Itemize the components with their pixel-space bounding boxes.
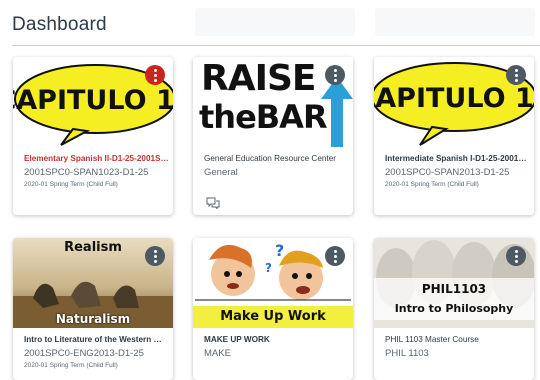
hero-text-naturalism: Naturalism — [55, 312, 131, 326]
course-options-button[interactable] — [145, 65, 165, 85]
course-term: 2020-01 Spring Term (Child Full) — [24, 181, 118, 188]
hero-caption-text: CAPITULO 10 — [13, 85, 173, 116]
hero-text-raise: RAISE — [201, 58, 316, 99]
course-options-button[interactable] — [506, 65, 526, 85]
course-code: General — [204, 167, 238, 178]
course-code: MAKE — [204, 348, 231, 359]
svg-text:?: ? — [275, 241, 284, 260]
page-title: Dashboard — [12, 14, 107, 35]
header-divider — [12, 45, 540, 46]
course-title[interactable]: Intro to Literature of the Western World — [24, 335, 169, 344]
hero-caption-bar: Make Up Work — [193, 306, 353, 328]
dashboard-header: Dashboard — [0, 0, 540, 48]
course-code: 2001SPC0-ENG2013-D1-25 — [24, 348, 144, 359]
course-title[interactable]: PHIL 1103 Master Course — [385, 335, 530, 344]
course-term: 2020-01 Spring Term (Child Full) — [24, 362, 118, 369]
header-toolbar-faded — [195, 8, 355, 36]
course-card-spanish-intermediate[interactable]: CAPITULO 15 Intermediate Spanish I-D1-25… — [374, 57, 534, 215]
course-code: 2001SPC0-SPAN2013-D1-25 — [385, 167, 510, 178]
course-code: 2001SPC0-SPAN1023-D1-25 — [24, 167, 149, 178]
course-term: 2020-01 Spring Term (Child Full) — [385, 181, 479, 188]
course-card-spanish-ii[interactable]: CAPITULO 10 Elementary Spanish II-D1-25-… — [13, 57, 173, 215]
up-arrow-icon — [321, 77, 353, 147]
course-options-button[interactable] — [325, 246, 345, 266]
course-code: PHIL 1103 — [385, 348, 429, 359]
course-card-general-ed[interactable]: RAISE theBAR General Education Resource … — [193, 57, 353, 215]
course-options-button[interactable] — [145, 246, 165, 266]
course-title[interactable]: Intermediate Spanish I-D1-25-2001SPC0-SP… — [385, 154, 530, 163]
svg-text:?: ? — [265, 261, 272, 275]
hero-caption-text: CAPITULO 15 — [374, 83, 534, 114]
course-title[interactable]: Elementary Spanish II-D1-25-2001SPC0-SPA… — [24, 154, 169, 163]
course-title[interactable]: MAKE UP WORK — [204, 335, 349, 344]
course-card-philosophy[interactable]: PHIL1103 Intro to Philosophy PHIL 1103 M… — [374, 238, 534, 380]
course-options-button[interactable] — [325, 65, 345, 85]
course-options-button[interactable] — [506, 246, 526, 266]
course-card-make-up-work[interactable]: ? ? ? Make Up Work MAKE UP WORK MAKE — [193, 238, 353, 380]
discussions-icon[interactable] — [206, 197, 220, 209]
course-card-intro-literature[interactable]: Realism Naturalism Intro to Literature o… — [13, 238, 173, 380]
course-title[interactable]: General Education Resource Center — [204, 154, 349, 163]
hero-text-course-number: PHIL1103 — [421, 282, 487, 296]
header-toolbar-faded-right — [375, 8, 535, 36]
hero-text-thebar: theBAR — [199, 98, 328, 136]
hero-text-course-name: Intro to Philosophy — [394, 302, 514, 315]
